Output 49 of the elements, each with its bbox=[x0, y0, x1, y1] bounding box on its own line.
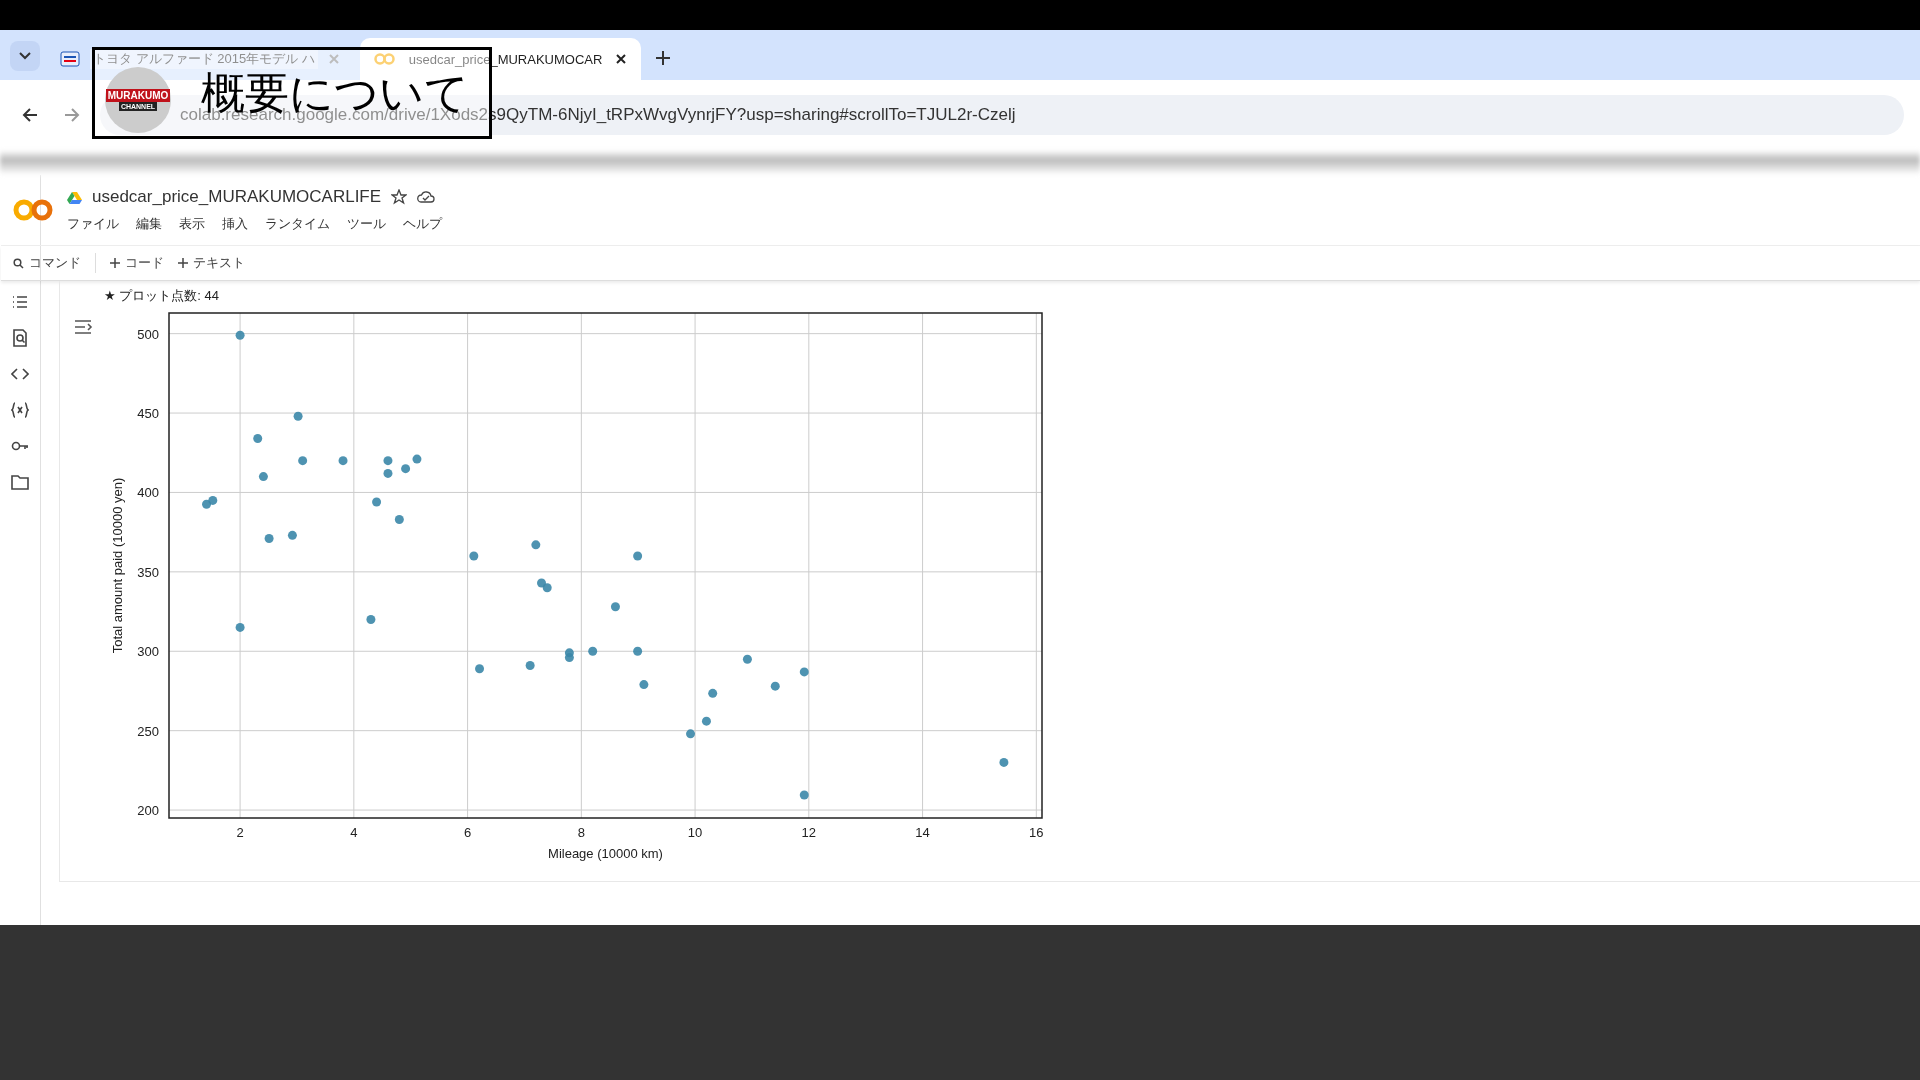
tick-label: 10 bbox=[687, 825, 703, 840]
colab-logo bbox=[13, 197, 53, 223]
add-button[interactable]: コード bbox=[110, 254, 164, 272]
tick-label: 12 bbox=[801, 825, 817, 840]
tick-label: 16 bbox=[1029, 825, 1044, 840]
add-button[interactable]: テキスト bbox=[178, 254, 245, 272]
cloud-icon[interactable] bbox=[417, 190, 436, 204]
document-search-icon[interactable] bbox=[11, 329, 29, 347]
tick-label: 500 bbox=[137, 326, 159, 342]
plus-icon bbox=[178, 258, 188, 268]
plus-icon bbox=[655, 50, 672, 66]
menu-item[interactable]: 表示 bbox=[179, 215, 205, 233]
tick-label: 350 bbox=[137, 564, 159, 580]
colab-icon bbox=[373, 52, 396, 66]
output-text: ★ プロット点数: 44 bbox=[104, 287, 220, 305]
notebook-title: usedcar_price_MURAKUMOCARLIFE bbox=[92, 187, 382, 207]
logo-text: MURAKUMO bbox=[105, 89, 171, 102]
tick-label: 2 bbox=[236, 825, 244, 840]
menu-item[interactable]: ツール bbox=[347, 215, 386, 233]
tick-label: 450 bbox=[137, 406, 159, 422]
tick-label: 4 bbox=[350, 825, 358, 840]
tick-label: 400 bbox=[137, 485, 159, 501]
y-axis-label: Total amount paid (10000 yen) bbox=[110, 477, 125, 654]
menu-item[interactable]: ファイル bbox=[67, 215, 119, 233]
search-icon bbox=[13, 257, 24, 269]
chevron-down-icon bbox=[19, 52, 31, 60]
menu-item[interactable]: ランタイム bbox=[265, 215, 330, 233]
tab-list-button[interactable] bbox=[10, 41, 40, 71]
plus-icon bbox=[110, 258, 120, 268]
tick-label: 8 bbox=[577, 825, 585, 840]
folder-icon[interactable] bbox=[11, 473, 29, 491]
collapse-icon bbox=[73, 318, 93, 335]
variables-icon[interactable] bbox=[11, 401, 29, 419]
x-axis-label: Mileage (10000 km) bbox=[548, 846, 663, 861]
tick-label: 6 bbox=[463, 825, 472, 840]
menu-item[interactable]: 編集 bbox=[136, 215, 162, 233]
tick-label: 250 bbox=[137, 723, 159, 739]
menu-item[interactable]: 挿入 bbox=[222, 215, 248, 233]
list-icon[interactable] bbox=[11, 293, 29, 311]
star-icon[interactable] bbox=[391, 189, 408, 205]
tick-label: 200 bbox=[137, 803, 159, 819]
tab-title: トヨタ アルファード 2015年モデル ハ bbox=[90, 49, 318, 69]
tick-label: 14 bbox=[915, 825, 930, 840]
tick-label: 300 bbox=[137, 644, 159, 660]
close-icon[interactable] bbox=[615, 53, 628, 65]
menu-item[interactable]: ヘルプ bbox=[403, 215, 442, 233]
site-icon bbox=[60, 51, 80, 67]
drive-icon bbox=[67, 190, 82, 204]
command-button[interactable]: コマンド bbox=[13, 254, 81, 272]
